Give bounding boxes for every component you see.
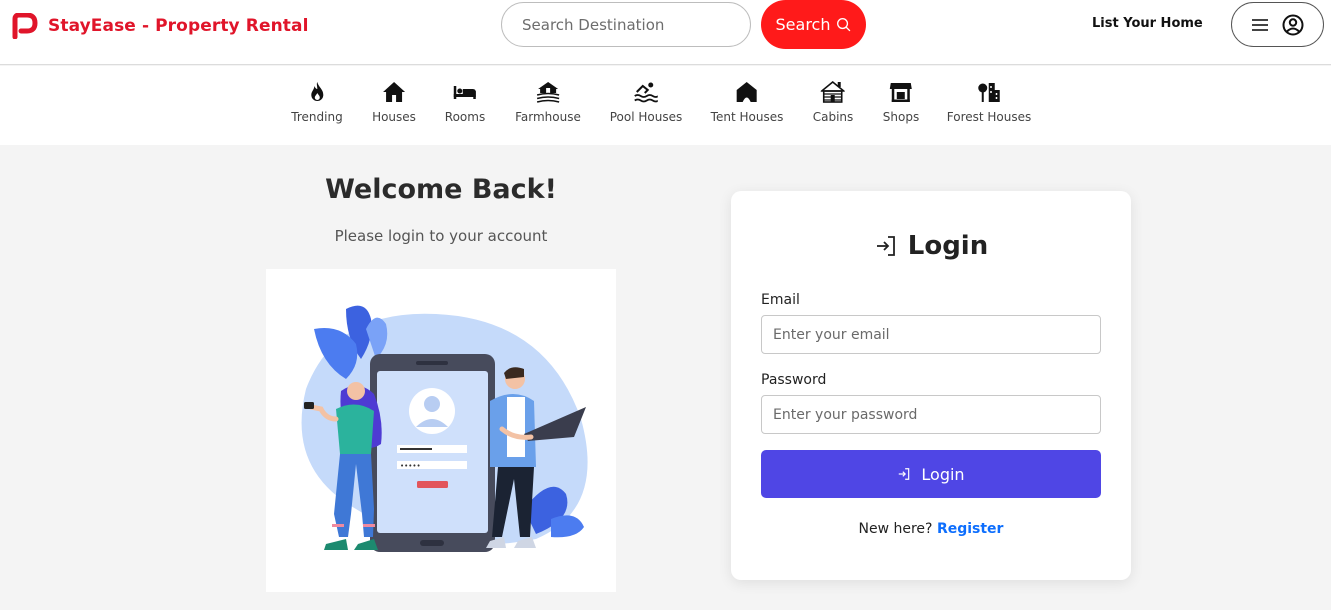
category-shops[interactable]: Shops (883, 80, 919, 124)
category-label: Rooms (444, 110, 486, 124)
category-tent-houses[interactable]: Tent Houses (710, 80, 784, 124)
search-button[interactable]: Search (761, 0, 866, 49)
welcome-subtitle: Please login to your account (334, 227, 548, 245)
login-card: Login Email Password Login New here? Reg… (731, 191, 1131, 580)
sign-in-icon (876, 236, 895, 256)
login-button[interactable]: Login (761, 450, 1101, 498)
category-label: Trending (291, 110, 343, 124)
login-heading: Login (731, 231, 1131, 261)
login-button-label: Login (921, 464, 965, 484)
brand-logo-icon (12, 13, 38, 39)
shop-icon (890, 83, 912, 102)
login-illustration: ••••• (266, 269, 616, 592)
register-prompt: New here? Register (731, 521, 1131, 537)
category-rooms[interactable]: Rooms (445, 80, 485, 124)
cabin-icon (820, 80, 845, 103)
email-field[interactable] (761, 315, 1101, 354)
top-navbar: StayEase - Property Rental Search List Y… (0, 0, 1331, 65)
category-trending[interactable]: Trending (291, 80, 343, 124)
category-label: Forest Houses (946, 110, 1032, 124)
category-bar: Trending Houses Rooms Farmhouse Pool Hou… (0, 66, 1331, 145)
category-farmhouse[interactable]: Farmhouse (515, 80, 581, 124)
category-label: Tent Houses (710, 110, 784, 124)
category-cabins[interactable]: Cabins (812, 80, 854, 124)
pool-icon (634, 82, 658, 103)
search-icon (837, 18, 851, 32)
register-link[interactable]: Register (937, 521, 1004, 537)
category-label: Farmhouse (515, 110, 581, 124)
forest-house-icon (978, 83, 1000, 102)
category-label: Pool Houses (609, 110, 683, 124)
register-prompt-text: New here? (858, 521, 933, 537)
brand-link[interactable]: StayEase - Property Rental (12, 13, 309, 39)
farmhouse-icon (536, 82, 560, 103)
list-your-home-link[interactable]: List Your Home (1092, 16, 1203, 31)
category-houses[interactable]: Houses (372, 80, 416, 124)
category-pool-houses[interactable]: Pool Houses (609, 80, 683, 124)
category-label: Shops (882, 110, 920, 124)
mobile-login-illustration-icon: ••••• (301, 305, 588, 552)
user-menu-button[interactable] (1231, 2, 1324, 47)
password-field[interactable] (761, 395, 1101, 434)
bed-icon (454, 86, 476, 99)
welcome-title: Welcome Back! (325, 174, 557, 205)
category-label: Houses (372, 110, 416, 124)
brand-name: StayEase - Property Rental (48, 16, 309, 36)
svg-text:•••••: ••••• (400, 462, 421, 470)
flame-icon (311, 82, 323, 101)
menu-icon (1251, 18, 1268, 31)
password-label: Password (761, 372, 827, 388)
user-circle-icon (1282, 14, 1303, 35)
email-label: Email (761, 292, 800, 308)
house-icon (382, 82, 405, 102)
sign-in-icon (899, 468, 910, 480)
category-label: Cabins (812, 110, 854, 124)
login-heading-text: Login (907, 231, 989, 261)
search-button-label: Search (775, 15, 831, 34)
tent-icon (737, 82, 757, 102)
search-destination-input[interactable] (501, 2, 751, 47)
category-forest-houses[interactable]: Forest Houses (946, 80, 1032, 124)
